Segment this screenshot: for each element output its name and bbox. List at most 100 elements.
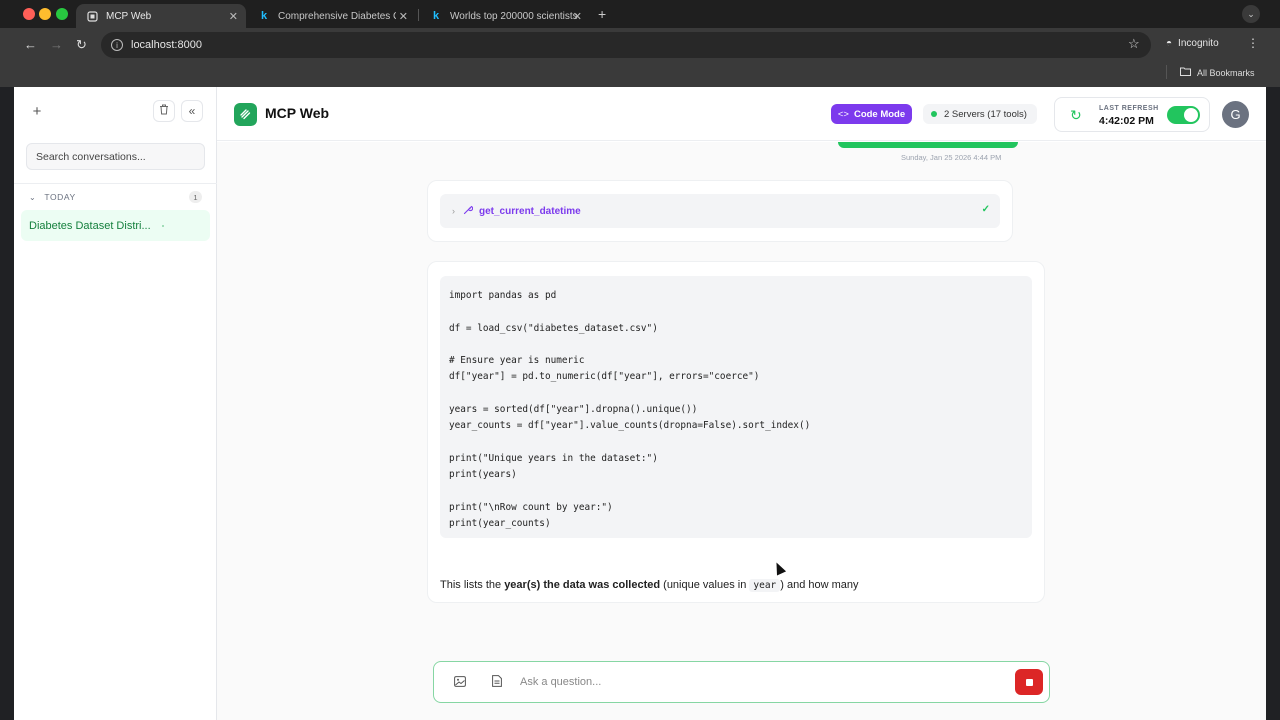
servers-label: 2 Servers (17 tools) <box>944 108 1027 120</box>
tool-call-name: get_current_datetime <box>479 205 581 217</box>
code-block[interactable]: import pandas as pd df = load_csv("diabe… <box>440 276 1032 538</box>
web-page: + « Search conversations... ⌄ TODAY 1 Di… <box>14 87 1266 720</box>
chevron-right-icon: › <box>452 206 455 216</box>
back-arrow-icon[interactable]: ← <box>24 37 37 52</box>
code-mode-label: Code Mode <box>853 108 906 120</box>
tab-separator <box>418 9 419 21</box>
refresh-icon[interactable]: ↻ <box>1070 107 1082 124</box>
incognito-indicator[interactable]: ◓ Incognito <box>1166 38 1219 49</box>
delete-conversations-button[interactable] <box>153 100 175 122</box>
question-input[interactable]: Ask a question... <box>520 676 601 688</box>
code-line: print("Unique years in the dataset:") <box>449 452 658 464</box>
wrench-icon <box>463 205 474 218</box>
check-icon: ✓ <box>981 204 990 215</box>
message-timestamp: Sunday, Jan 25 2026 4:44 PM <box>901 153 1002 162</box>
tool-call-row[interactable]: › get_current_datetime ✓ <box>440 194 1000 228</box>
maximize-window-button[interactable] <box>56 8 68 20</box>
tool-call-card: › get_current_datetime ✓ <box>427 180 1013 242</box>
stop-icon <box>1025 678 1033 686</box>
section-count-badge: 1 <box>189 191 202 203</box>
answer-prefix: This lists the <box>440 579 505 591</box>
incognito-label: Incognito <box>1178 38 1219 49</box>
image-upload-icon[interactable] <box>454 675 466 690</box>
browser-window: MCP Web ✕ k Comprehensive Diabetes Clin … <box>0 0 1280 720</box>
code-line: years = sorted(df["year"].dropna().uniqu… <box>449 404 698 416</box>
tab-scientists[interactable]: k Worlds top 200000 scientists ✕ <box>420 4 590 28</box>
tab-mcp-web[interactable]: MCP Web ✕ <box>76 4 246 28</box>
trash-icon <box>159 104 169 118</box>
new-conversation-button[interactable]: + <box>26 100 48 122</box>
close-tab-icon[interactable]: ✕ <box>229 10 238 23</box>
app-title: MCP Web <box>265 105 330 121</box>
chevron-down-icon: ⌄ <box>29 192 37 202</box>
tab-diabetes[interactable]: k Comprehensive Diabetes Clin ✕ <box>248 4 416 28</box>
tab-title: Worlds top 200000 scientists <box>450 10 578 22</box>
search-placeholder: Search conversations... <box>36 150 146 163</box>
close-tab-icon[interactable]: ✕ <box>573 10 582 23</box>
stop-generation-button[interactable] <box>1015 669 1043 695</box>
search-conversations-input[interactable]: Search conversations... <box>26 143 205 170</box>
user-avatar[interactable]: G <box>1222 101 1249 128</box>
code-line: year_counts = df["year"].value_counts(dr… <box>449 420 811 432</box>
new-tab-icon[interactable]: + <box>598 6 606 22</box>
folder-icon <box>1180 67 1191 78</box>
main-panel: MCP Web <> Code Mode 2 Servers (17 tools… <box>217 87 1266 720</box>
answer-inline-code: year <box>749 579 781 592</box>
url-text: localhost:8000 <box>131 39 202 51</box>
answer-suffix: ) and how many <box>780 579 859 591</box>
section-label: TODAY <box>44 192 76 202</box>
all-bookmarks-button[interactable]: All Bookmarks <box>1180 67 1255 78</box>
auto-refresh-panel: ↻ LAST REFRESH 4:42:02 PM <box>1054 97 1210 132</box>
code-line: # Ensure year is numeric <box>449 355 585 367</box>
server-status-dot-icon <box>931 111 937 117</box>
assistant-message-card: import pandas as pd df = load_csv("diabe… <box>427 261 1045 603</box>
bookmarks-divider <box>1166 65 1167 79</box>
answer-bold: year(s) the data was collected <box>504 579 661 591</box>
section-today-header[interactable]: ⌄ TODAY <box>29 192 76 202</box>
more-menu-icon[interactable]: ⋮ <box>1247 36 1259 50</box>
code-line: print(years) <box>449 469 517 481</box>
forward-arrow-icon[interactable]: → <box>50 37 63 52</box>
bookmark-star-icon[interactable]: ☆ <box>1128 36 1140 52</box>
sidebar-divider <box>14 183 217 184</box>
close-tab-icon[interactable]: ✕ <box>399 10 408 23</box>
minimize-window-button[interactable] <box>39 8 51 20</box>
last-refresh-label: LAST REFRESH <box>1099 105 1159 112</box>
code-line: print("\nRow count by year:") <box>449 501 613 513</box>
bookmarks-bar: All Bookmarks <box>0 62 1280 87</box>
kaggle-k-icon: k <box>432 10 440 22</box>
answer-text: This lists the year(s) the data was coll… <box>440 579 859 592</box>
incognito-icon: ◓ <box>1166 38 1173 49</box>
double-chevron-left-icon: « <box>188 104 196 118</box>
close-window-button[interactable] <box>23 8 35 20</box>
status-dot-icon <box>162 225 164 227</box>
code-line: import pandas as pd <box>449 290 557 301</box>
conversation-item[interactable]: Diabetes Dataset Distri... <box>21 210 210 241</box>
servers-status-badge[interactable]: 2 Servers (17 tools) <box>923 104 1037 124</box>
browser-toolbar: ← → ↻ i localhost:8000 ☆ ◓ Incognito ⋮ <box>0 28 1280 62</box>
app-logo-icon <box>234 103 257 126</box>
tab-search-chevron-icon[interactable]: ⌄ <box>1242 5 1260 23</box>
collapse-sidebar-button[interactable]: « <box>181 100 203 122</box>
chat-messages: Sunday, Jan 25 2026 4:44 PM › get_curren… <box>217 142 1266 720</box>
last-refresh-time: 4:42:02 PM <box>1099 115 1154 127</box>
reload-icon[interactable]: ↻ <box>76 37 87 53</box>
code-line: print(year_counts) <box>449 518 551 530</box>
conversation-title: Diabetes Dataset Distri... <box>29 219 151 232</box>
tab-strip: MCP Web ✕ k Comprehensive Diabetes Clin … <box>0 0 1280 28</box>
auto-refresh-toggle[interactable] <box>1167 106 1200 124</box>
composer: Ask a question... <box>433 661 1050 703</box>
code-line: df["year"] = pd.to_numeric(df["year"], e… <box>449 371 760 383</box>
sidebar: + « Search conversations... ⌄ TODAY 1 Di… <box>14 87 217 720</box>
app-header: MCP Web <> Code Mode 2 Servers (17 tools… <box>217 87 1266 141</box>
site-info-icon[interactable]: i <box>111 39 123 51</box>
tab-title: MCP Web <box>106 10 152 22</box>
document-upload-icon[interactable] <box>492 675 502 690</box>
address-bar[interactable]: i localhost:8000 <box>101 32 1151 58</box>
code-mode-button[interactable]: <> Code Mode <box>831 104 912 124</box>
answer-middle: (unique values in <box>660 579 750 591</box>
